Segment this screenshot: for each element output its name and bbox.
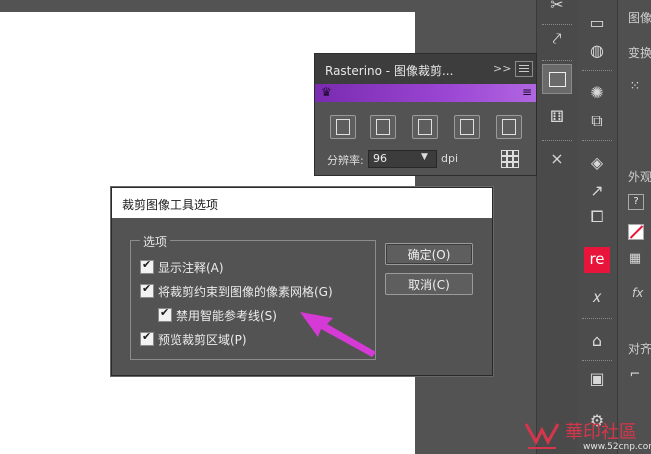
annotation-arrow [300,312,376,357]
watermark-url: www.52cnp.com [583,442,651,452]
annotation-arrow-shape [300,312,376,357]
watermark-text: 華印社區 [565,422,637,443]
watermark-logo-icon [524,423,560,449]
